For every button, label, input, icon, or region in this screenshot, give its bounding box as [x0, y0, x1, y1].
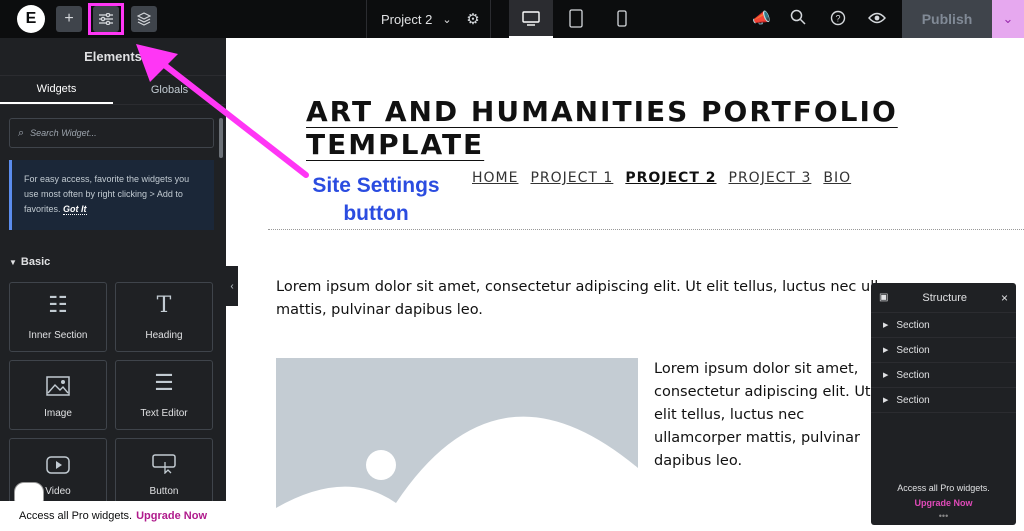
project-name: Project 2	[381, 11, 433, 27]
structure-item-label: Section	[896, 369, 930, 381]
annotation-label: Site Settings button	[306, 172, 446, 228]
upgrade-now-link[interactable]: Upgrade Now	[136, 510, 207, 522]
preview-eye-icon[interactable]	[868, 11, 886, 25]
heading-icon: T	[156, 293, 172, 318]
structure-panel: ▣ Structure × ▶ Section ▶ Section ▶ Section…	[871, 283, 1016, 525]
publish-options-button[interactable]: ⌄	[992, 0, 1024, 38]
pro-promo-bar: Access all Pro widgets. Upgrade Now	[0, 501, 226, 531]
got-it-link[interactable]: Got It	[63, 204, 87, 215]
structure-item-label: Section	[896, 394, 930, 406]
basic-category-label: Basic	[20, 256, 51, 268]
page-settings-gear-icon[interactable]: ⚙	[463, 9, 483, 29]
resize-handle-icon[interactable]: •••	[871, 511, 1016, 521]
widget-heading[interactable]: T Heading	[115, 282, 213, 352]
help-icon[interactable]: ?	[830, 10, 846, 26]
widget-text-editor[interactable]: ☰ Text Editor	[115, 360, 213, 430]
chevron-left-icon: ‹	[230, 280, 234, 292]
add-element-button[interactable]: +	[56, 6, 82, 32]
structure-item[interactable]: ▶ Section	[871, 388, 1016, 413]
site-settings-highlight	[88, 3, 124, 35]
whats-new-icon[interactable]: 📣	[752, 9, 771, 27]
desktop-icon	[522, 11, 540, 26]
chevron-down-icon: ⌄	[1002, 11, 1014, 26]
structure-upgrade-link[interactable]: Upgrade Now	[871, 496, 1016, 511]
widget-label: Image	[44, 408, 72, 419]
widget-label: Text Editor	[140, 408, 188, 419]
placeholder-image-icon	[276, 416, 638, 531]
structure-header: ▣ Structure ×	[871, 283, 1016, 313]
search-placeholder: Search Widget...	[30, 128, 97, 138]
structure-title: Structure	[922, 291, 968, 304]
widget-label: Inner Section	[28, 330, 88, 341]
caret-right-icon: ▶	[883, 322, 889, 329]
caret-right-icon: ▶	[883, 397, 889, 404]
structure-item-label: Section	[896, 344, 930, 356]
structure-item[interactable]: ▶ Section	[871, 313, 1016, 338]
structure-item-label: Section	[896, 319, 930, 331]
nav-project-3[interactable]: PROJECT 3	[729, 170, 812, 186]
image-placeholder[interactable]	[276, 358, 638, 531]
structure-button[interactable]	[131, 6, 157, 32]
nav-home[interactable]: HOME	[472, 170, 518, 186]
widget-button[interactable]: Button	[115, 438, 213, 508]
nav-bio[interactable]: BIO	[823, 170, 851, 186]
button-icon	[152, 454, 176, 474]
tab-widgets[interactable]: Widgets	[0, 76, 113, 104]
annotation-line-1: Site Settings	[312, 174, 440, 197]
video-icon	[46, 456, 70, 474]
basic-category[interactable]: ▼ Basic	[9, 256, 50, 268]
caret-down-icon: ▼	[9, 258, 17, 267]
search-icon[interactable]	[790, 9, 806, 25]
elementor-logo-icon[interactable]: E	[17, 5, 45, 33]
structure-promo: Access all Pro widgets. Upgrade Now	[871, 481, 1016, 511]
nav-project-1[interactable]: PROJECT 1	[530, 170, 613, 186]
annotation-arrow	[136, 44, 309, 178]
annotation-line-2: button	[343, 202, 409, 225]
mobile-view-icon[interactable]	[617, 10, 627, 27]
collapse-panel-button[interactable]: ‹	[226, 266, 238, 306]
close-icon[interactable]: ×	[1001, 291, 1008, 305]
site-title[interactable]: ART AND HUMANITIES PORTFOLIO TEMPLATE	[306, 95, 1024, 161]
caret-right-icon: ▶	[883, 347, 889, 354]
chevron-down-icon: ⌄	[442, 13, 452, 26]
widget-image[interactable]: Image	[9, 360, 107, 430]
search-icon: ⌕	[18, 126, 25, 139]
caret-right-icon: ▶	[883, 372, 889, 379]
text-editor-icon: ☰	[154, 370, 174, 395]
nav-project-2[interactable]: PROJECT 2	[625, 170, 716, 186]
widget-label: Button	[149, 486, 179, 497]
widget-label: Video	[45, 486, 71, 497]
structure-item[interactable]: ▶ Section	[871, 363, 1016, 388]
structure-item[interactable]: ▶ Section	[871, 338, 1016, 363]
layers-icon	[137, 12, 151, 26]
tablet-view-icon[interactable]	[569, 9, 583, 28]
divider	[268, 229, 1024, 230]
structure-promo-text: Access all Pro widgets.	[897, 483, 990, 493]
structure-toggle-icon[interactable]: ▣	[879, 292, 888, 303]
widget-inner-section[interactable]: ☷ Inner Section	[9, 282, 107, 352]
site-nav: HOME PROJECT 1 PROJECT 2 PROJECT 3 BIO	[472, 170, 851, 186]
publish-button[interactable]: Publish	[902, 0, 992, 38]
inner-section-icon: ☷	[48, 292, 68, 317]
top-bar: E + Project 2 ⌄ ⚙ 📣 ? Publish ⌄	[0, 0, 1024, 38]
image-icon	[46, 376, 70, 396]
svg-text:?: ?	[835, 14, 840, 24]
promo-text: Access all Pro widgets.	[19, 510, 133, 522]
widget-label: Heading	[145, 330, 183, 341]
side-paragraph[interactable]: Lorem ipsum dolor sit amet, consectetur …	[654, 358, 884, 473]
plus-icon: +	[64, 10, 74, 27]
